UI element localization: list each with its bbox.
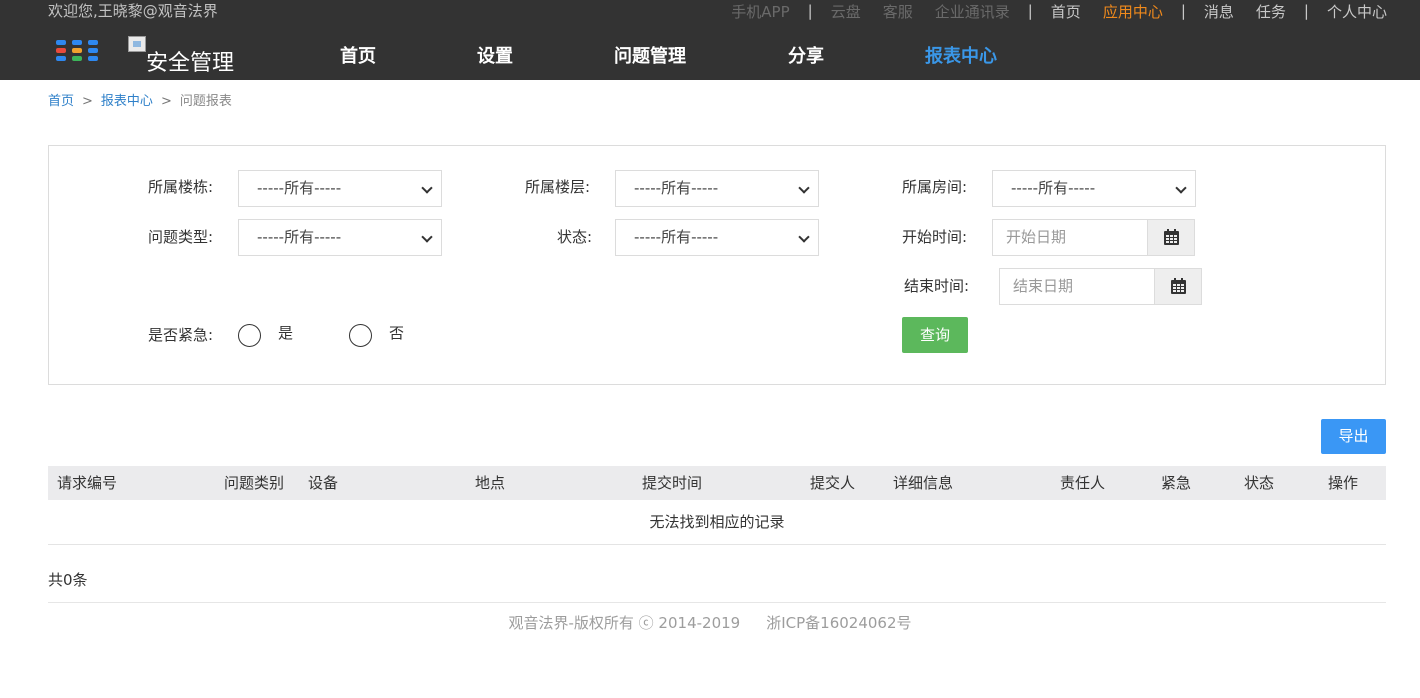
query-button[interactable]: 查询 [902, 317, 968, 353]
contacts-link[interactable]: 企业通讯录 [935, 1, 1010, 22]
start-date-calendar-button[interactable] [1147, 219, 1195, 256]
column-header[interactable]: 请求编号 [57, 466, 117, 500]
table-header: 请求编号 问题类别 设备 地点 提交时间 提交人 详细信息 责任人 紧急 状态 … [48, 466, 1386, 500]
urgent-yes-label: 是 [278, 324, 294, 342]
footer: 观音法界-版权所有 ⓒ 2014-2019 浙ICP备16024062号 [0, 613, 1420, 633]
floor-select-value: -----所有----- [634, 179, 719, 197]
building-label: 所属楼栋: [148, 178, 214, 196]
service-link[interactable]: 客服 [883, 1, 913, 22]
nav-settings[interactable]: 设置 [477, 44, 513, 70]
header: 欢迎您,王晓黎@观音法界 手机APP | 云盘 客服 企业通讯录 | 首页 应用… [0, 0, 1420, 80]
end-date-input[interactable]: 结束日期 [999, 268, 1154, 305]
broken-logo-image-icon [128, 36, 146, 52]
table-empty-message: 无法找到相应的记录 [48, 500, 1386, 545]
nav-share[interactable]: 分享 [788, 44, 824, 70]
cloud-disk-link[interactable]: 云盘 [831, 1, 861, 22]
top-separator: | [807, 2, 813, 20]
footer-icp[interactable]: 浙ICP备16024062号 [766, 614, 911, 632]
main-navbar: 安全管理 首页 设置 问题管理 分享 报表中心 [0, 22, 1420, 80]
urgent-no-label: 否 [389, 324, 405, 342]
building-select[interactable]: -----所有----- [238, 170, 442, 207]
nav-report-center[interactable]: 报表中心 [925, 44, 997, 70]
end-date-calendar-button[interactable] [1154, 268, 1202, 305]
app-grid-icon[interactable] [56, 40, 98, 62]
chevron-down-icon [421, 231, 433, 243]
chevron-down-icon [798, 182, 810, 194]
issue-type-select[interactable]: -----所有----- [238, 219, 442, 256]
top-home-link[interactable]: 首页 [1051, 1, 1081, 22]
total-count: 共0条 [48, 571, 88, 589]
top-bar: 欢迎您,王晓黎@观音法界 手机APP | 云盘 客服 企业通讯录 | 首页 应用… [0, 0, 1420, 22]
column-header[interactable]: 状态 [1244, 466, 1274, 500]
urgent-yes-radio[interactable] [238, 324, 261, 347]
building-select-value: -----所有----- [257, 179, 342, 197]
room-select-value: -----所有----- [1011, 179, 1096, 197]
welcome-text: 欢迎您,王晓黎@观音法界 [48, 2, 218, 20]
status-select-value: -----所有----- [634, 228, 719, 246]
top-separator: | [1180, 2, 1186, 20]
floor-select[interactable]: -----所有----- [615, 170, 819, 207]
chevron-down-icon [1175, 182, 1187, 194]
calendar-icon [1171, 278, 1186, 294]
column-header[interactable]: 责任人 [1060, 466, 1105, 500]
status-label: 状态: [557, 228, 593, 246]
column-header[interactable]: 提交时间 [642, 466, 702, 500]
breadcrumb-separator: > [82, 94, 93, 109]
room-label: 所属房间: [902, 178, 968, 196]
footer-copyright: 观音法界-版权所有 ⓒ 2014-2019 [508, 614, 741, 632]
nav-issue-management[interactable]: 问题管理 [614, 44, 686, 70]
issue-type-label: 问题类型: [148, 228, 214, 246]
column-header[interactable]: 设备 [308, 466, 338, 500]
status-select[interactable]: -----所有----- [615, 219, 819, 256]
chevron-down-icon [798, 231, 810, 243]
urgent-label: 是否紧急: [148, 326, 214, 344]
breadcrumb-separator: > [160, 94, 172, 109]
breadcrumb: 首页 > 报表中心 > 问题报表 [48, 92, 232, 112]
footer-divider [48, 602, 1386, 603]
top-links: 手机APP | 云盘 客服 企业通讯录 | 首页 应用中心 | 消息 任务 | … [709, 0, 1387, 22]
room-select[interactable]: -----所有----- [992, 170, 1196, 207]
start-date-input[interactable]: 开始日期 [992, 219, 1147, 256]
app-center-link[interactable]: 应用中心 [1103, 1, 1163, 22]
breadcrumb-current: 问题报表 [179, 94, 232, 109]
tasks-link[interactable]: 任务 [1256, 1, 1286, 22]
breadcrumb-home[interactable]: 首页 [48, 94, 74, 109]
chevron-down-icon [421, 182, 433, 194]
floor-label: 所属楼层: [525, 178, 591, 196]
top-separator: | [1027, 2, 1033, 20]
issue-type-select-value: -----所有----- [257, 228, 342, 246]
export-button[interactable]: 导出 [1321, 419, 1386, 454]
column-header[interactable]: 详细信息 [893, 466, 953, 500]
column-header[interactable]: 紧急 [1161, 466, 1191, 500]
nav-home[interactable]: 首页 [340, 44, 376, 70]
calendar-icon [1164, 229, 1179, 245]
top-separator: | [1303, 2, 1309, 20]
end-time-label: 结束时间: [904, 277, 970, 295]
messages-link[interactable]: 消息 [1204, 1, 1234, 22]
filter-panel: 所属楼栋: -----所有----- 所属楼层: -----所有----- 所属… [48, 145, 1386, 385]
column-header[interactable]: 问题类别 [224, 466, 284, 500]
column-header[interactable]: 提交人 [810, 466, 855, 500]
personal-center-link[interactable]: 个人中心 [1327, 1, 1387, 22]
urgent-no-radio[interactable] [349, 324, 372, 347]
start-date-picker: 开始日期 [992, 219, 1195, 256]
column-header[interactable]: 操作 [1328, 466, 1358, 500]
mobile-app-link[interactable]: 手机APP [731, 1, 789, 22]
start-time-label: 开始时间: [902, 228, 968, 246]
column-header[interactable]: 地点 [475, 466, 505, 500]
brand-title: 安全管理 [146, 51, 235, 76]
breadcrumb-report-center[interactable]: 报表中心 [101, 94, 153, 109]
end-date-picker: 结束日期 [999, 268, 1202, 305]
